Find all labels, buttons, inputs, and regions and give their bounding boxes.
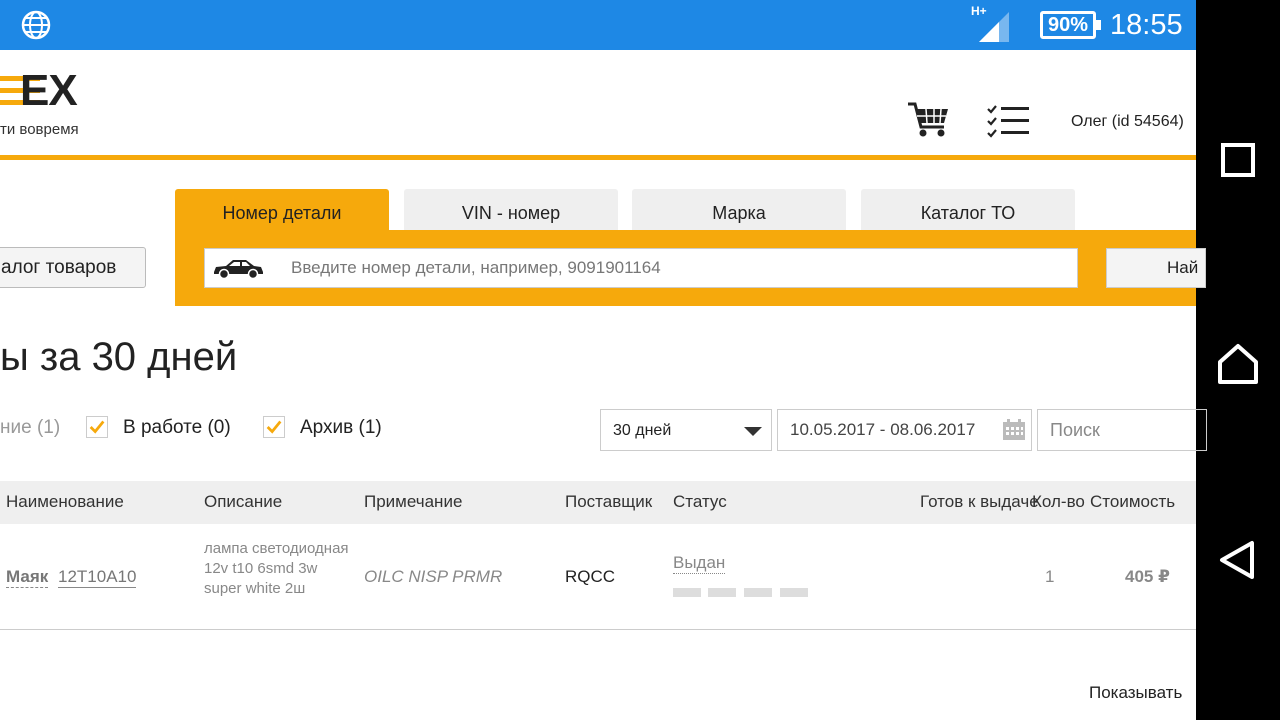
row-brand[interactable]: Маяк (6, 567, 49, 588)
navigation-bar (1196, 0, 1280, 720)
filter-in-progress[interactable]: В работе (0) (123, 417, 231, 439)
row-status[interactable]: Выдан (673, 553, 726, 574)
page-title: ы за 30 дней (0, 335, 238, 379)
status-bar: H+ 90% 18:55 (0, 0, 1196, 50)
status-progress-segment (708, 588, 736, 597)
header-divider (0, 155, 1196, 160)
home-icon[interactable] (1214, 340, 1262, 388)
status-progress-segment (780, 588, 808, 597)
column-header-name[interactable]: Наименование (6, 492, 124, 512)
row-note: OILC NISP PRMR (364, 567, 503, 586)
car-icon (214, 260, 263, 279)
clock: 18:55 (1110, 9, 1183, 41)
checkbox-archive[interactable] (263, 416, 285, 438)
find-button[interactable]: Най (1106, 248, 1206, 288)
column-header-note[interactable]: Примечание (364, 492, 462, 512)
check-icon (266, 420, 282, 434)
search-placeholder: Введите номер детали, например, 90919011… (291, 258, 661, 277)
filter-archive[interactable]: Архив (1) (300, 417, 382, 439)
column-header-description[interactable]: Описание (204, 492, 282, 512)
tab-vin[interactable]: VIN - номер (404, 189, 618, 231)
tab-maintenance-catalog[interactable]: Каталог ТО (861, 189, 1075, 231)
row-cost: 405 ₽ (1125, 567, 1170, 586)
cart-icon[interactable] (906, 100, 950, 138)
row-divider (0, 629, 1196, 630)
orders-list-icon[interactable] (987, 104, 1029, 138)
filter-search-input[interactable]: Поиск (1037, 409, 1207, 451)
column-header-ready[interactable]: Готов к выдаче (920, 492, 1039, 512)
recents-icon[interactable] (1214, 136, 1262, 184)
chevron-down-icon (744, 427, 762, 436)
tab-part-number[interactable]: Номер детали (175, 189, 389, 231)
date-range-input[interactable]: 10.05.2017 - 08.06.2017 (777, 409, 1032, 451)
row-description: лампа светодиодная 12v t10 6smd 3w super… (204, 540, 349, 597)
back-icon[interactable] (1214, 536, 1262, 584)
globe-icon (21, 10, 51, 40)
row-part-number[interactable]: 12T10A10 (58, 567, 137, 588)
filter-new[interactable]: ние (1) (0, 417, 60, 439)
logo[interactable]: EX (20, 66, 78, 116)
checkbox-in-progress[interactable] (86, 416, 108, 438)
row-supplier: RQCC (565, 567, 616, 586)
column-header-supplier[interactable]: Поставщик (565, 492, 652, 512)
calendar-icon[interactable] (1002, 419, 1026, 441)
battery-indicator: 90% (1040, 11, 1101, 39)
status-progress-segment (744, 588, 772, 597)
row-quantity: 1 (1045, 567, 1055, 586)
status-progress-segment (673, 588, 701, 597)
column-header-status[interactable]: Статус (673, 492, 727, 512)
battery-level: 90% (1047, 14, 1089, 36)
column-header-cost[interactable]: Стоимость (1090, 492, 1175, 512)
page-size-label: Показывать (1089, 683, 1183, 702)
user-account-label[interactable]: Олег (id 54564) (1071, 113, 1184, 131)
signal-icon (979, 12, 1009, 42)
tab-brand[interactable]: Марка (632, 189, 846, 231)
logo-slogan: ти вовремя (0, 121, 79, 138)
check-icon (89, 420, 105, 434)
column-header-qty[interactable]: Кол-во (1032, 492, 1085, 512)
catalog-button[interactable]: алог товаров (0, 247, 146, 288)
